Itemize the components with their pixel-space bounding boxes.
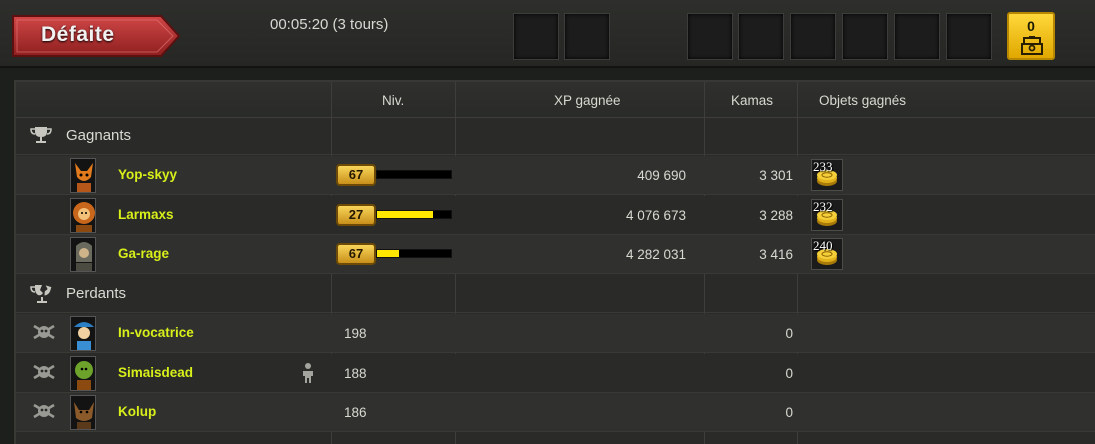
loser-row: Simaisdead 188 0: [16, 353, 1095, 393]
winner-row: Ga-rage 67 4 282 031 3 416 240: [16, 235, 1095, 274]
spectator-icon: [300, 362, 316, 389]
chest-count: 0: [1027, 18, 1035, 34]
loser-row: In-vocatrice 198 0: [16, 314, 1095, 353]
level-progress-bar: [376, 170, 452, 179]
loot-slot[interactable]: [842, 13, 888, 60]
results-table: Niv. XP gagnée Kamas Objets gagnés Gagna…: [14, 80, 1095, 444]
level-progress-fill: [377, 210, 434, 218]
column-xp: XP gagnée: [554, 93, 621, 108]
avatar[interactable]: [70, 316, 96, 351]
kamas-value: 3 288: [759, 207, 793, 223]
loot-slot[interactable]: [894, 13, 940, 60]
item-slot[interactable]: 233: [811, 159, 843, 191]
item-count: 232: [813, 198, 833, 214]
loot-slot[interactable]: [946, 13, 992, 60]
loot-slot[interactable]: [564, 13, 610, 60]
level-progress-fill: [377, 250, 400, 257]
item-count: 233: [813, 159, 833, 174]
avatar[interactable]: [70, 395, 96, 430]
kamas-value: 3 301: [759, 168, 793, 183]
result-label: Défaite: [41, 23, 115, 46]
level-value: 186: [344, 405, 367, 420]
item-slot[interactable]: 232: [811, 198, 843, 231]
level-badge: 67: [336, 243, 376, 265]
column-level: Niv.: [382, 93, 405, 108]
avatar[interactable]: [70, 237, 96, 272]
loot-slot[interactable]: [738, 13, 784, 60]
section-title-winners: Gagnants: [66, 127, 132, 144]
trophy-icon: [30, 127, 52, 143]
loot-slot[interactable]: [513, 13, 559, 60]
item-count: 240: [813, 238, 833, 253]
player-name[interactable]: Kolup: [118, 404, 156, 419]
table-header: Niv. XP gagnée Kamas Objets gagnés: [16, 82, 1095, 118]
player-name[interactable]: Ga-rage: [118, 246, 169, 261]
avatar[interactable]: [70, 355, 96, 391]
player-name[interactable]: Larmaxs: [118, 207, 174, 222]
avatar[interactable]: [70, 197, 96, 233]
avatar[interactable]: [70, 158, 96, 193]
winner-row: Larmaxs 27 4 076 673 3 288 232: [16, 195, 1095, 235]
level-value: 198: [344, 326, 367, 341]
kamas-value: 0: [785, 365, 793, 381]
skull-icon: [32, 364, 56, 385]
winner-row: Yop-skyy 67 409 690 3 301 233: [16, 156, 1095, 195]
level-badge: 67: [336, 164, 376, 186]
loot-slot[interactable]: [687, 13, 733, 60]
xp-value: 409 690: [637, 168, 686, 183]
player-name[interactable]: Simaisdead: [118, 365, 193, 380]
result-banner: Défaite: [11, 14, 181, 58]
loot-slot[interactable]: [790, 13, 836, 60]
section-title-losers: Perdants: [66, 285, 127, 302]
level-value: 188: [344, 365, 367, 381]
level-progress-bar: [376, 209, 452, 219]
section-losers: Perdants: [16, 275, 1095, 313]
column-items: Objets gagnés: [819, 93, 907, 108]
loot-chest-button[interactable]: 0: [1007, 12, 1055, 60]
level-badge: 27: [336, 203, 376, 226]
kamas-value: 0: [785, 326, 793, 341]
xp-value: 4 076 673: [625, 207, 686, 223]
fight-duration: 00:05:20 (3 tours): [270, 16, 389, 33]
xp-value: 4 282 031: [625, 247, 686, 262]
skull-icon: [32, 324, 56, 345]
kamas-value: 0: [785, 405, 793, 420]
player-name[interactable]: Yop-skyy: [118, 167, 177, 182]
section-winners: Gagnants: [16, 117, 1095, 155]
player-name[interactable]: In-vocatrice: [118, 325, 194, 340]
broken-trophy-icon: [30, 285, 52, 303]
item-slot[interactable]: 240: [811, 238, 843, 270]
level-progress-bar: [376, 249, 452, 258]
loot-chest-icon: [1021, 36, 1043, 55]
kamas-value: 3 416: [759, 247, 793, 262]
fight-result-header: Défaite 00:05:20 (3 tours) 0: [0, 0, 1095, 68]
column-kamas: Kamas: [731, 93, 774, 108]
loser-row: Kolup 186 0: [16, 393, 1095, 432]
skull-icon: [32, 403, 56, 424]
